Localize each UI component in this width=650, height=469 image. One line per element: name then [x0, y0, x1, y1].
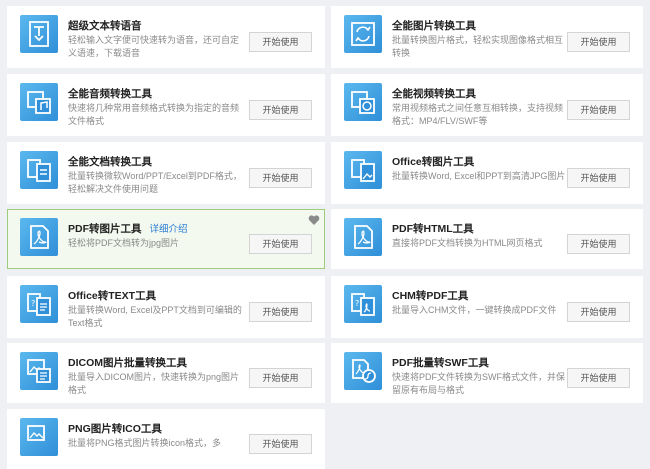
tool-card-document-convert[interactable]: 全能文档转换工具 批量转换微软Word/PPT/Excel到PDF格式，轻松解决…	[7, 142, 325, 204]
tool-title: DICOM图片批量转换工具	[68, 357, 187, 369]
start-button[interactable]: 开始使用	[567, 100, 630, 120]
start-button[interactable]: 开始使用	[249, 100, 312, 120]
tool-title: 全能图片转换工具	[392, 20, 476, 32]
tool-title: Office转TEXT工具	[68, 290, 157, 302]
tool-card-image-convert[interactable]: 全能图片转换工具 批量转换图片格式，轻松实现图像格式相互转换 开始使用	[331, 6, 643, 68]
tool-description: 快速将几种常用音频格式转换为指定的音频文件格式	[68, 103, 240, 126]
document-convert-icon	[20, 151, 58, 189]
favorite-heart-icon[interactable]	[308, 213, 320, 225]
start-button[interactable]: 开始使用	[567, 234, 630, 254]
text-to-speech-icon	[20, 15, 58, 53]
tool-title: Office转图片工具	[392, 156, 475, 168]
tool-description: 批量转换图片格式，轻松实现图像格式相互转换	[392, 35, 564, 58]
image-convert-icon	[344, 15, 382, 53]
start-button[interactable]: 开始使用	[249, 234, 312, 254]
tool-title: PDF批量转SWF工具	[392, 357, 489, 369]
pdf-to-image-icon	[20, 218, 58, 256]
tool-description: 轻松将PDF文档转为jpg图片	[68, 238, 180, 248]
tool-title: PNG图片转ICO工具	[68, 423, 162, 435]
start-button[interactable]: 开始使用	[249, 168, 312, 188]
pdf-to-swf-icon	[344, 352, 382, 390]
tool-description: 批量转换微软Word/PPT/Excel到PDF格式，轻松解决文件使用问题	[68, 171, 242, 194]
dicom-convert-icon	[20, 352, 58, 390]
audio-convert-icon	[20, 83, 58, 121]
start-button[interactable]: 开始使用	[567, 32, 630, 52]
office-to-text-icon: ?	[20, 285, 58, 323]
start-button[interactable]: 开始使用	[567, 168, 630, 188]
tool-title: 全能文档转换工具	[68, 156, 152, 168]
tool-card-png-to-ico[interactable]: PNG图片转ICO工具 批量将PNG格式图片转换icon格式，多 开始使用	[7, 409, 325, 469]
tool-card-office-to-text[interactable]: ? Office转TEXT工具 批量转换Word, Excel及PPT文档到可编…	[7, 276, 325, 338]
tool-title: 全能视频转换工具	[392, 88, 476, 100]
start-button[interactable]: 开始使用	[249, 368, 312, 388]
tool-card-chm-to-pdf[interactable]: ? CHM转PDF工具 批量导入CHM文件，一键转换成PDF文件 开始使用	[331, 276, 643, 338]
office-to-image-icon	[344, 151, 382, 189]
tool-title: 超级文本转语音	[68, 20, 142, 32]
tool-card-dicom-convert[interactable]: DICOM图片批量转换工具 批量导入DICOM图片，快速转换为png图片格式 开…	[7, 343, 325, 403]
tool-description: 批量转换Word, Excel和PPT到高清JPG图片	[392, 171, 566, 181]
tool-card-office-to-image[interactable]: Office转图片工具 批量转换Word, Excel和PPT到高清JPG图片 …	[331, 142, 643, 204]
tool-title: PDF转HTML工具	[392, 223, 474, 235]
start-button[interactable]: 开始使用	[249, 32, 312, 52]
details-link[interactable]: 详细介绍	[150, 224, 188, 235]
png-to-ico-icon	[20, 418, 58, 456]
start-button[interactable]: 开始使用	[249, 434, 312, 454]
tool-title: 全能音频转换工具	[68, 88, 152, 100]
tool-card-video-convert[interactable]: 全能视频转换工具 常用视频格式之间任意互相转换，支持视频格式：MP4/FLV/S…	[331, 74, 643, 136]
tool-description: 常用视频格式之间任意互相转换，支持视频格式：MP4/FLV/SWF等	[392, 103, 564, 126]
tool-description: 批量导入DICOM图片，快速转换为png图片格式	[68, 372, 240, 395]
tool-card-audio-convert[interactable]: 全能音频转换工具 快速将几种常用音频格式转换为指定的音频文件格式 开始使用	[7, 74, 325, 136]
tool-description: 批量导入CHM文件，一键转换成PDF文件	[392, 305, 557, 315]
pdf-to-html-icon	[344, 218, 382, 256]
tool-description: 轻松输入文字便可快速转为语音，还可自定义语速，下载语音	[68, 35, 240, 58]
video-convert-icon	[344, 83, 382, 121]
tool-card-text-to-speech[interactable]: 超级文本转语音 轻松输入文字便可快速转为语音，还可自定义语速，下载语音 开始使用	[7, 6, 325, 68]
tool-description: 快速将PDF文件转换为SWF格式文件，并保留原有布局与格式	[392, 372, 565, 395]
tool-card-pdf-to-swf[interactable]: PDF批量转SWF工具 快速将PDF文件转换为SWF格式文件，并保留原有布局与格…	[331, 343, 643, 403]
chm-to-pdf-icon: ?	[344, 285, 382, 323]
start-button[interactable]: 开始使用	[249, 302, 312, 322]
start-button[interactable]: 开始使用	[567, 302, 630, 322]
svg-text:?: ?	[355, 299, 359, 308]
tool-description: 直接将PDF文档转换为HTML网页格式	[392, 238, 543, 248]
tool-title: PDF转图片工具 详细介绍	[68, 221, 188, 236]
start-button[interactable]: 开始使用	[567, 368, 630, 388]
tool-title: CHM转PDF工具	[392, 290, 469, 302]
tool-description: 批量转换Word, Excel及PPT文档到可编辑的Text格式	[68, 305, 242, 328]
tool-title-text: PDF转图片工具	[68, 223, 142, 235]
svg-text:?: ?	[31, 299, 35, 308]
tool-card-pdf-to-html[interactable]: PDF转HTML工具 直接将PDF文档转换为HTML网页格式 开始使用	[331, 209, 643, 269]
tool-card-pdf-to-image[interactable]: PDF转图片工具 详细介绍 轻松将PDF文档转为jpg图片 开始使用	[7, 209, 325, 269]
